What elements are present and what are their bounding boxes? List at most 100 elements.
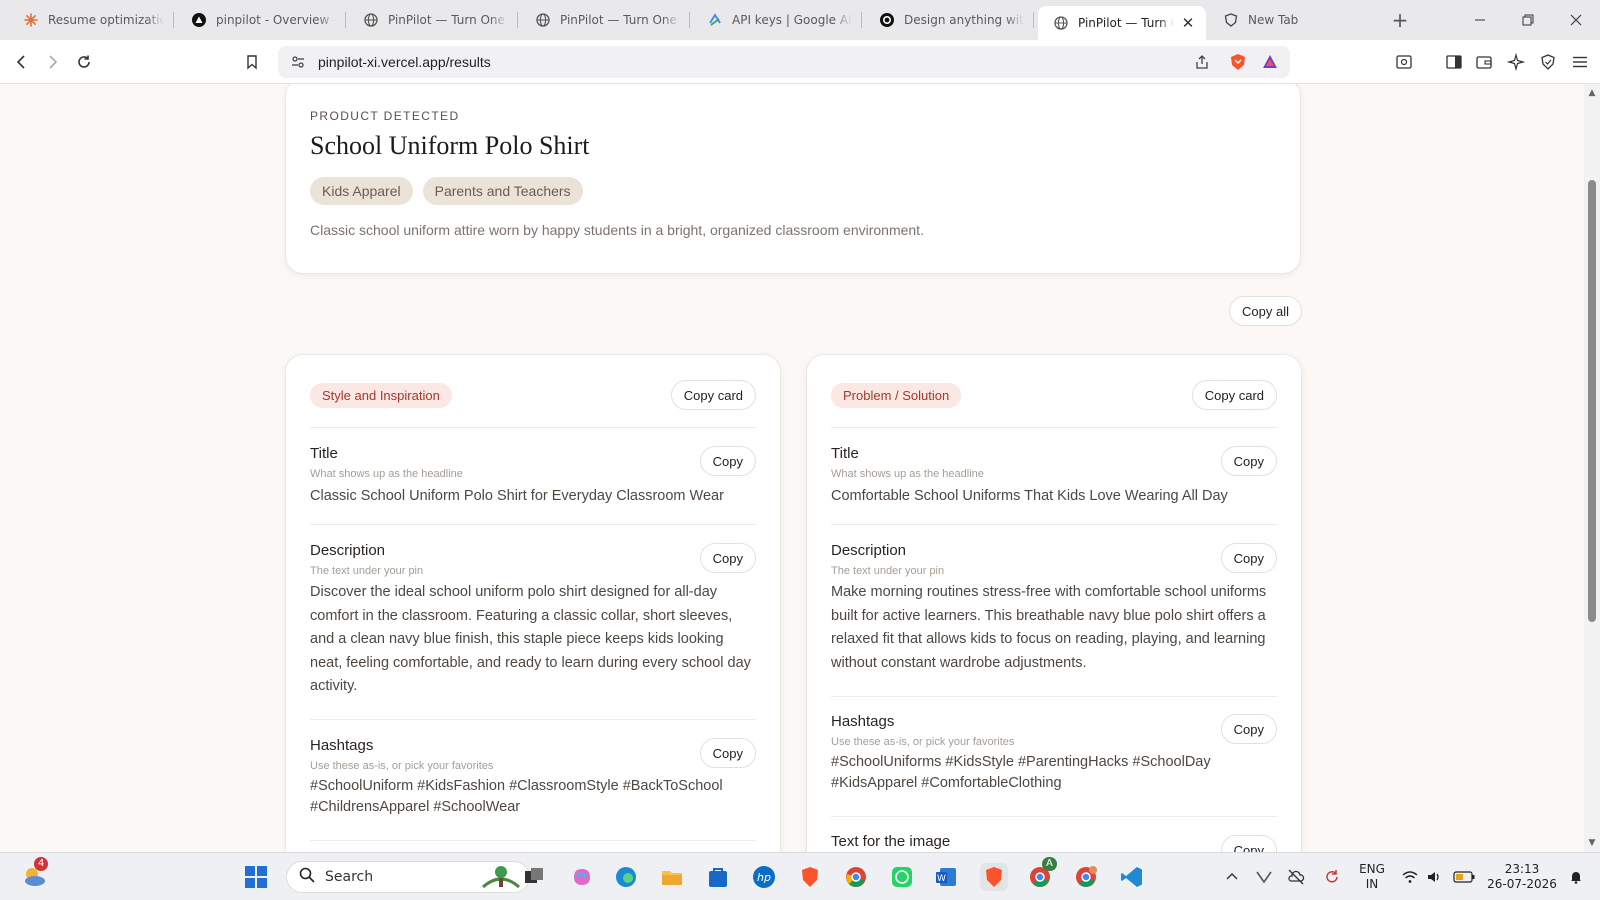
file-explorer-icon[interactable] — [658, 863, 686, 891]
close-window-button[interactable] — [1562, 8, 1590, 32]
restore-button[interactable] — [1514, 8, 1542, 32]
bookmark-icon[interactable] — [240, 50, 264, 74]
copy-card-button[interactable]: Copy card — [1191, 380, 1277, 410]
microsoft-store-icon[interactable] — [704, 863, 732, 891]
task-view-icon[interactable] — [520, 863, 548, 891]
site-info-icon[interactable] — [288, 52, 308, 72]
copilot-icon[interactable] — [568, 863, 596, 891]
browser-tab[interactable]: API keys | Google AI S — [692, 6, 862, 34]
browser-tab[interactable]: Design anything with — [864, 6, 1034, 34]
field-hint: The text under your pin — [310, 565, 424, 577]
browser-tab[interactable]: PinPilot — Turn One P — [348, 6, 518, 34]
divider — [831, 696, 1277, 697]
volume-icon[interactable] — [1420, 863, 1448, 891]
copy-button[interactable]: Copy — [1220, 446, 1277, 476]
tab-title: PinPilot — Turn O — [1078, 16, 1174, 30]
field-value: Comfortable School Uniforms That Kids Lo… — [831, 488, 1228, 504]
sparkle-icon — [24, 13, 38, 27]
copy-button[interactable]: Copy — [699, 738, 756, 768]
copy-button[interactable]: Copy — [1220, 714, 1277, 744]
close-tab-icon[interactable]: ✕ — [1180, 14, 1196, 32]
chrome-profile-2-icon[interactable] — [1072, 863, 1100, 891]
copy-all-button[interactable]: Copy all — [1229, 296, 1302, 326]
page-scrollbar[interactable]: ▲ ▼ — [1584, 84, 1600, 852]
brave-rewards-icon[interactable] — [1260, 52, 1280, 72]
copy-button[interactable]: Copy — [1220, 543, 1277, 573]
start-windows-icon[interactable] — [242, 863, 270, 891]
browser-tab[interactable]: pinpilot - Overview – V — [176, 6, 346, 34]
tab-title: Design anything with — [904, 13, 1024, 27]
browser-tab[interactable]: Resume optimization — [8, 6, 174, 34]
wallet-icon[interactable] — [1472, 50, 1496, 74]
scroll-up-arrow-icon[interactable]: ▲ — [1587, 88, 1597, 98]
word-icon[interactable]: W — [932, 863, 960, 891]
reading-mode-icon[interactable] — [1392, 50, 1416, 74]
tray-app-icon[interactable] — [1250, 863, 1278, 891]
product-title: School Uniform Polo Shirt — [310, 131, 590, 160]
vpn-shield-icon[interactable] — [1536, 50, 1560, 74]
product-eyebrow: PRODUCT DETECTED — [310, 109, 460, 123]
brave-browser-icon[interactable] — [796, 863, 824, 891]
edge-browser-icon[interactable] — [612, 863, 640, 891]
scroll-down-arrow-icon[interactable]: ▼ — [1587, 838, 1597, 848]
menu-icon[interactable] — [1568, 50, 1592, 74]
minimize-button[interactable] — [1466, 8, 1494, 32]
field-label: Text for the image — [831, 833, 951, 850]
field-value: Classic School Uniform Polo Shirt for Ev… — [310, 488, 724, 504]
share-icon[interactable] — [1192, 52, 1212, 72]
copy-button[interactable]: Copy — [699, 543, 756, 573]
svg-text:hp: hp — [757, 871, 771, 884]
field-label: Title — [310, 445, 338, 462]
taskbar: 4 Search hp W A ENG IN 23:13 26-07-2026 — [0, 852, 1600, 900]
chrome-browser-icon[interactable] — [842, 863, 870, 891]
leo-ai-icon[interactable] — [1504, 50, 1528, 74]
globe-icon — [364, 13, 378, 27]
field-hint: Use these as-is, or pick your favorites — [831, 736, 1015, 748]
sidebar-icon[interactable] — [1442, 50, 1466, 74]
address-bar[interactable]: pinpilot-xi.vercel.app/results — [278, 46, 1290, 78]
clock[interactable]: 23:13 26-07-2026 — [1486, 862, 1558, 892]
tab-title: PinPilot — Turn One P — [388, 13, 508, 27]
search-placeholder: Search — [325, 869, 374, 885]
tab-title: PinPilot — Turn One P — [560, 13, 680, 27]
brave-browser-active-icon[interactable] — [980, 863, 1008, 891]
back-button[interactable] — [10, 50, 34, 74]
clock-date: 26-07-2026 — [1487, 877, 1557, 891]
vscode-icon[interactable] — [1118, 863, 1146, 891]
brave-shields-icon[interactable] — [1228, 52, 1248, 72]
chevron-up-icon[interactable] — [1218, 863, 1246, 891]
cloud-offline-icon[interactable] — [1282, 863, 1310, 891]
new-tab-button[interactable]: + — [1388, 8, 1412, 32]
sync-icon[interactable] — [1318, 863, 1346, 891]
language-indicator[interactable]: ENG IN — [1356, 862, 1388, 892]
field-value: #SchoolUniform #KidsFashion #ClassroomSt… — [310, 778, 723, 815]
field-value: Discover the ideal school uniform polo s… — [310, 584, 751, 694]
forward-button[interactable] — [40, 50, 64, 74]
page-viewport: PRODUCT DETECTED School Uniform Polo Shi… — [0, 84, 1584, 852]
region-code: IN — [1365, 877, 1379, 891]
field-label: Hashtags — [310, 737, 374, 754]
browser-tab[interactable]: New Tab — [1208, 6, 1378, 34]
field-value: #SchoolUniforms #KidsStyle #ParentingHac… — [831, 754, 1211, 791]
scrollbar-thumb[interactable] — [1588, 180, 1596, 622]
browser-tab-active[interactable]: PinPilot — Turn O ✕ — [1038, 6, 1206, 40]
divider — [831, 524, 1277, 525]
field-hint: The text under your pin — [831, 565, 945, 577]
copy-button[interactable]: Copy — [1220, 835, 1277, 852]
search-icon — [299, 867, 315, 887]
divider — [310, 719, 756, 720]
notifications-bell-icon[interactable] — [1562, 863, 1590, 891]
reload-button[interactable] — [72, 50, 96, 74]
hp-support-icon[interactable]: hp — [750, 863, 778, 891]
copy-button[interactable]: Copy — [699, 446, 756, 476]
copy-card-button[interactable]: Copy card — [670, 380, 756, 410]
divider — [831, 427, 1277, 428]
field-label: Title — [831, 445, 859, 462]
divider — [310, 840, 756, 841]
whatsapp-icon[interactable] — [888, 863, 916, 891]
battery-icon[interactable] — [1450, 863, 1478, 891]
taskbar-search-box[interactable]: Search — [286, 861, 530, 893]
browser-tab[interactable]: PinPilot — Turn One P — [520, 6, 690, 34]
url-text: pinpilot-xi.vercel.app/results — [318, 54, 491, 70]
tag-chip: Parents and Teachers — [422, 177, 583, 205]
